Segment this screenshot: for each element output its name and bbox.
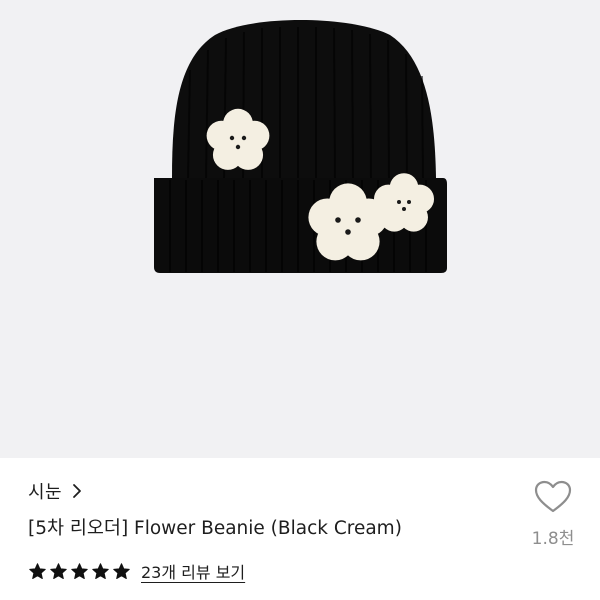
brand-link[interactable]: 시눈 xyxy=(28,478,82,504)
product-detail-page: 시눈 [5차 리오더] Flower Beanie (Black Cream) … xyxy=(0,0,600,600)
rating-stars xyxy=(28,562,131,581)
heart-outline-icon xyxy=(534,480,572,518)
star-icon xyxy=(49,562,68,581)
product-title: [5차 리오더] Flower Beanie (Black Cream) xyxy=(28,518,402,539)
like-count: 1.8천 xyxy=(531,529,575,549)
chevron-right-icon xyxy=(72,483,82,499)
product-image[interactable] xyxy=(0,0,600,458)
like-button[interactable]: 1.8천 xyxy=(524,480,582,552)
star-icon xyxy=(70,562,89,581)
star-icon xyxy=(91,562,110,581)
beanie-illustration xyxy=(0,0,600,458)
rating-row: 23개 리뷰 보기 xyxy=(28,558,245,584)
star-icon xyxy=(28,562,47,581)
star-icon xyxy=(112,562,131,581)
product-info-panel: 시눈 [5차 리오더] Flower Beanie (Black Cream) … xyxy=(0,458,600,600)
brand-name: 시눈 xyxy=(28,482,63,503)
review-link[interactable]: 23개 리뷰 보기 xyxy=(141,559,245,583)
